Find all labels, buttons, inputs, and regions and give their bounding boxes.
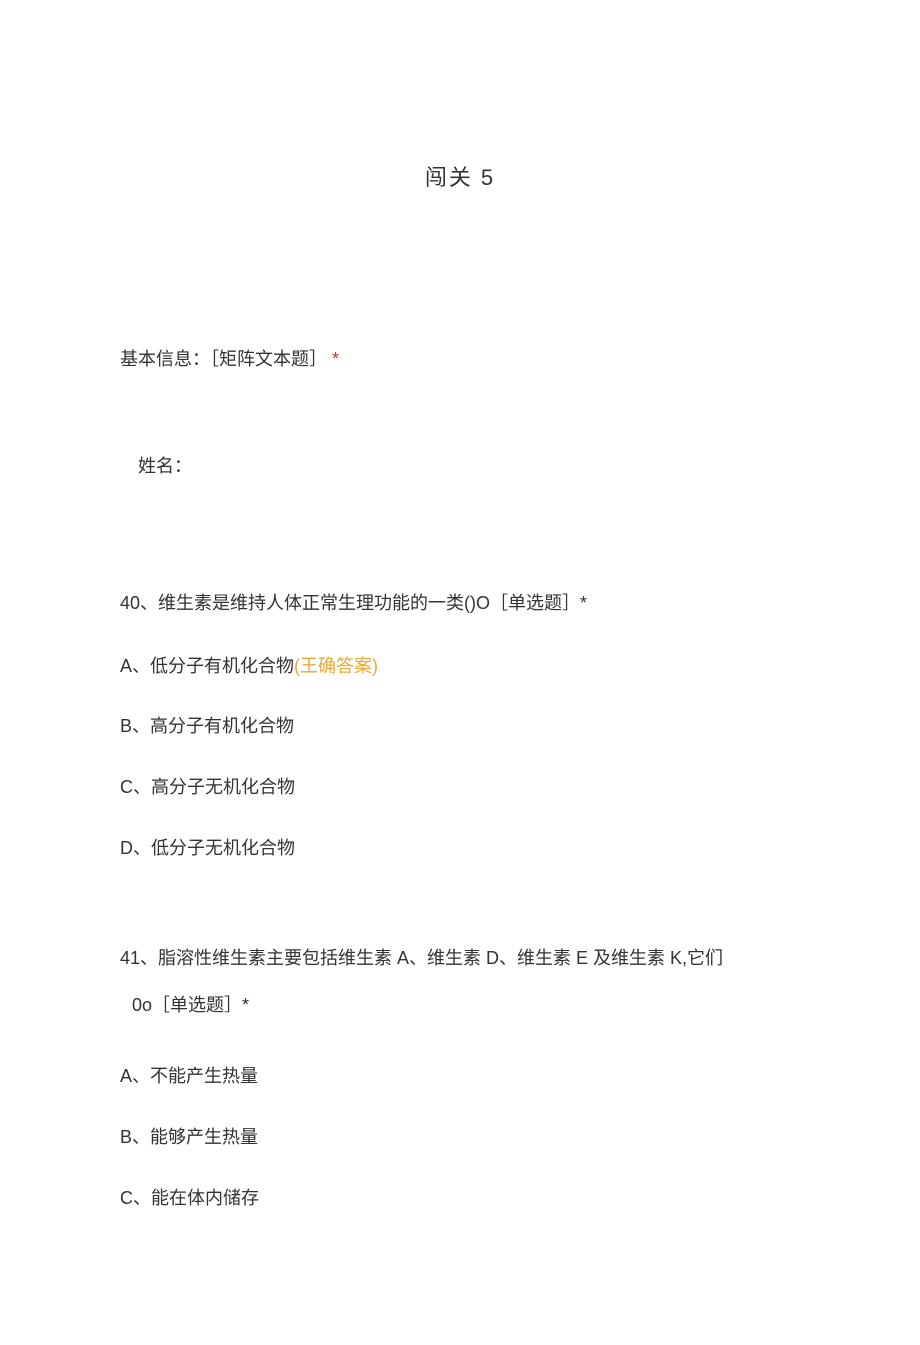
name-field-label: 姓名：: [120, 452, 800, 481]
question-40-option-c: C、高分子无机化合物: [120, 773, 800, 802]
option-text: A、低分子有机化合物: [120, 656, 294, 676]
question-40-option-a: A、低分子有机化合物(王确答案): [120, 652, 800, 681]
question-40-option-d: D、低分子无机化合物: [120, 834, 800, 863]
basic-info-line: 基本信息：［矩阵文本题］ *: [120, 345, 800, 374]
required-asterisk: *: [332, 349, 339, 369]
page-title: 闯关 5: [120, 160, 800, 195]
question-41-option-a: A、不能产生热量: [120, 1062, 800, 1091]
question-41: 41、脂溶性维生素主要包括维生素 A、维生素 D、维生素 E 及维生素 K,它们…: [120, 935, 800, 1213]
basic-info-label: 基本信息：［矩阵文本题］: [120, 349, 327, 369]
question-41-stem-line1: 41、脂溶性维生素主要包括维生素 A、维生素 D、维生素 E 及维生素 K,它们: [120, 948, 723, 968]
question-40: 40、维生素是维持人体正常生理功能的一类()O［单选题］* A、低分子有机化合物…: [120, 589, 800, 863]
question-41-option-c: C、能在体内储存: [120, 1184, 800, 1213]
question-41-stem-line2: 0o［单选题］*: [120, 995, 249, 1015]
question-41-stem: 41、脂溶性维生素主要包括维生素 A、维生素 D、维生素 E 及维生素 K,它们…: [120, 935, 800, 1029]
question-41-option-b: B、能够产生热量: [120, 1123, 800, 1152]
question-40-stem: 40、维生素是维持人体正常生理功能的一类()O［单选题］*: [120, 589, 800, 618]
document-page: 闯关 5 基本信息：［矩阵文本题］ * 姓名： 40、维生素是维持人体正常生理功…: [0, 0, 920, 1345]
correct-answer-marker: (王确答案): [294, 656, 378, 676]
question-40-option-b: B、高分子有机化合物: [120, 712, 800, 741]
